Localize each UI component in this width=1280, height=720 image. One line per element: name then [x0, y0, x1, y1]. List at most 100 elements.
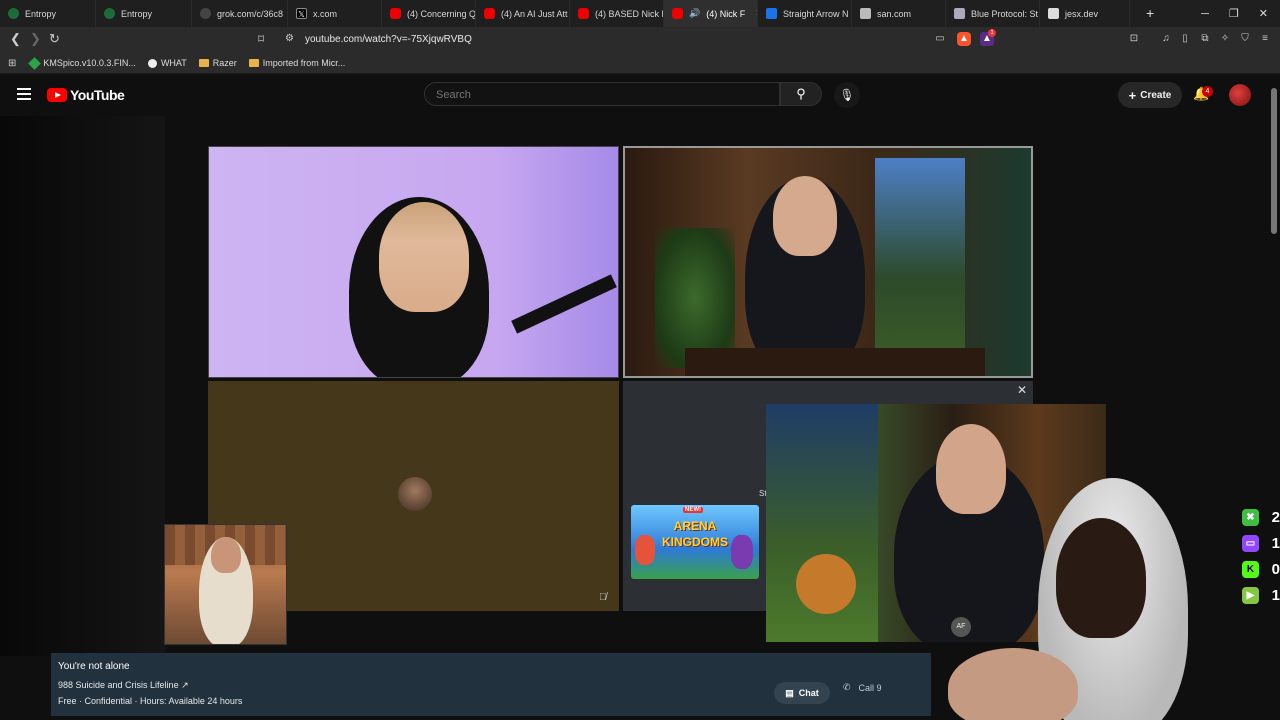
- close-window-icon[interactable]: ✕: [1259, 7, 1268, 20]
- browser-tab[interactable]: Entropy: [0, 0, 96, 27]
- bookmark-item[interactable]: WHAT: [147, 58, 187, 68]
- apps-grid-icon[interactable]: ⊞: [8, 58, 16, 69]
- browser-tab[interactable]: grok.com/c/36c8: [192, 0, 288, 27]
- youtube-icon: [484, 8, 495, 19]
- kmspico-icon: [28, 56, 42, 70]
- streamer-hair: [1056, 518, 1146, 638]
- rumble-icon: ▶: [1242, 586, 1259, 604]
- lifeline-details: Free · Confidential · Hours: Available 2…: [58, 696, 243, 706]
- extension-badge: 1: [988, 29, 996, 37]
- blue-protocol-icon: [954, 8, 965, 19]
- participant-face: [773, 176, 837, 256]
- window-backdrop: [875, 158, 965, 358]
- stat-row: ▭ 1: [1242, 530, 1280, 556]
- menu-icon[interactable]: ≡: [1258, 32, 1272, 46]
- search-button[interactable]: ⚲: [780, 82, 822, 106]
- sidebar-icon[interactable]: ▯: [1178, 32, 1192, 46]
- site-info-icon[interactable]: ⚙: [285, 33, 294, 44]
- window-controls: ─ ❐ ✕: [1201, 0, 1280, 27]
- external-link-icon: ↗: [181, 680, 189, 690]
- lifeline-link[interactable]: 988 Suicide and Crisis Lifeline ↗: [58, 680, 189, 691]
- plant-decoration: [655, 228, 735, 368]
- chat-icon: ▤: [785, 687, 794, 698]
- search-input[interactable]: [434, 88, 768, 102]
- left-shade: [0, 116, 165, 656]
- globe-icon: [147, 58, 157, 68]
- reload-icon[interactable]: ↻: [49, 31, 60, 47]
- character-art: [635, 535, 655, 565]
- browser-tab[interactable]: san.com: [852, 0, 946, 27]
- screenshot-icon[interactable]: ⊡: [1127, 32, 1141, 46]
- folder-icon: [248, 59, 259, 67]
- arena-kingdoms-ad[interactable]: NEW! ARENA KINGDOMS: [631, 505, 759, 579]
- browser-tab[interactable]: (4) Concerning Q: [382, 0, 476, 27]
- minimize-icon[interactable]: ─: [1201, 8, 1209, 20]
- page-scrollbar[interactable]: [1271, 88, 1277, 234]
- bookmark-item[interactable]: KMSpico.v10.0.3.FIN...: [28, 56, 136, 70]
- browser-tab-bar: Entropy Entropy grok.com/c/36c8 𝕏x.com (…: [0, 0, 1280, 27]
- hamburger-menu-icon[interactable]: [17, 88, 31, 103]
- url-field[interactable]: youtube.com/watch?v=-75XjqwRVBQ: [305, 34, 472, 45]
- bookmark-item[interactable]: Imported from Micr...: [248, 58, 345, 68]
- leo-ai-icon[interactable]: ✧: [1218, 32, 1232, 46]
- vpn-icon[interactable]: ⛉: [1238, 32, 1252, 46]
- audio-icon[interactable]: 🔊: [689, 8, 700, 19]
- plus-icon: +: [1128, 87, 1137, 103]
- stat-row: ✖ 2: [1242, 504, 1280, 530]
- youtube-icon: [578, 8, 589, 19]
- kick-icon: K: [1242, 560, 1259, 578]
- browser-tab[interactable]: 𝕏x.com: [288, 0, 382, 27]
- entropy-icon: [8, 8, 19, 19]
- video-call-tile: [623, 146, 1033, 378]
- bookmarks-bar: ⊞ KMSpico.v10.0.3.FIN... WHAT Razer Impo…: [0, 53, 1280, 74]
- muted-mic-icon: 🎙̸: [599, 592, 607, 603]
- stream-viewer-stats: ✖ 2 ▭ 1 K0 ▶ 1: [1242, 504, 1280, 608]
- streamer-hands: [948, 648, 1078, 720]
- cast-icon[interactable]: ▭: [933, 32, 947, 46]
- folder-icon: [198, 59, 209, 67]
- desk: [685, 348, 985, 376]
- new-tab-button[interactable]: +: [1146, 5, 1154, 21]
- account-avatar[interactable]: [1229, 84, 1251, 106]
- address-bar-row: ❮ ❯ ↻ ⌑ ⚙ youtube.com/watch?v=-75XjqwRVB…: [0, 27, 1280, 53]
- browser-tab[interactable]: Blue Protocol: St: [946, 0, 1040, 27]
- chat-button[interactable]: ▤ Chat: [774, 682, 830, 704]
- media-icon[interactable]: ♫: [1159, 32, 1173, 46]
- stat-row: ▶ 1: [1242, 582, 1280, 608]
- jesx-icon: [1048, 8, 1059, 19]
- san-icon: [860, 8, 871, 19]
- forward-icon[interactable]: ❯: [30, 31, 41, 47]
- browser-tab[interactable]: (4) BASED Nick F: [570, 0, 664, 27]
- youtube-header: YouTube ⚲ 🎙 +Create 🔔: [0, 74, 1280, 116]
- search-box[interactable]: [424, 82, 780, 106]
- create-button[interactable]: + Create: [1118, 82, 1182, 108]
- stat-row: K0: [1242, 556, 1280, 582]
- back-icon[interactable]: ❮: [10, 31, 21, 47]
- microphone-arm: [511, 274, 617, 334]
- browser-tab-active[interactable]: 🔊(4) Nick F✕: [664, 0, 758, 27]
- pumpkin-decoration: [796, 554, 856, 614]
- youtube-logo[interactable]: YouTube: [47, 87, 125, 103]
- phone-icon: ✆: [843, 682, 851, 692]
- participant-avatar: [398, 477, 432, 511]
- brave-shield-icon[interactable]: ▲: [957, 32, 971, 46]
- browser-tab[interactable]: Straight Arrow N: [758, 0, 852, 27]
- restore-icon[interactable]: ❐: [1229, 7, 1239, 20]
- browser-tab[interactable]: (4) An AI Just Att: [476, 0, 570, 27]
- video-call-tile: [208, 146, 619, 378]
- character-art: [731, 535, 753, 569]
- browser-tab[interactable]: Entropy: [96, 0, 192, 27]
- youtube-icon: [390, 8, 401, 19]
- voice-search-button[interactable]: 🎙: [834, 82, 860, 108]
- browser-tab[interactable]: jesx.dev: [1040, 0, 1130, 27]
- search-icon: ⚲: [796, 86, 806, 101]
- bookmark-item[interactable]: Razer: [198, 58, 237, 68]
- microphone-icon: 🎙: [839, 88, 855, 102]
- bookmark-icon[interactable]: ⌑: [258, 32, 264, 46]
- small-webcam-overlay: [164, 524, 287, 645]
- straight-arrow-icon: [766, 8, 777, 19]
- overlay-close-icon[interactable]: ✕: [1017, 383, 1027, 397]
- call-button[interactable]: ✆ Call 9: [843, 682, 882, 693]
- extensions-icon[interactable]: ⧉: [1198, 32, 1212, 46]
- crisis-resource-banner: You're not alone 988 Suicide and Crisis …: [51, 653, 931, 716]
